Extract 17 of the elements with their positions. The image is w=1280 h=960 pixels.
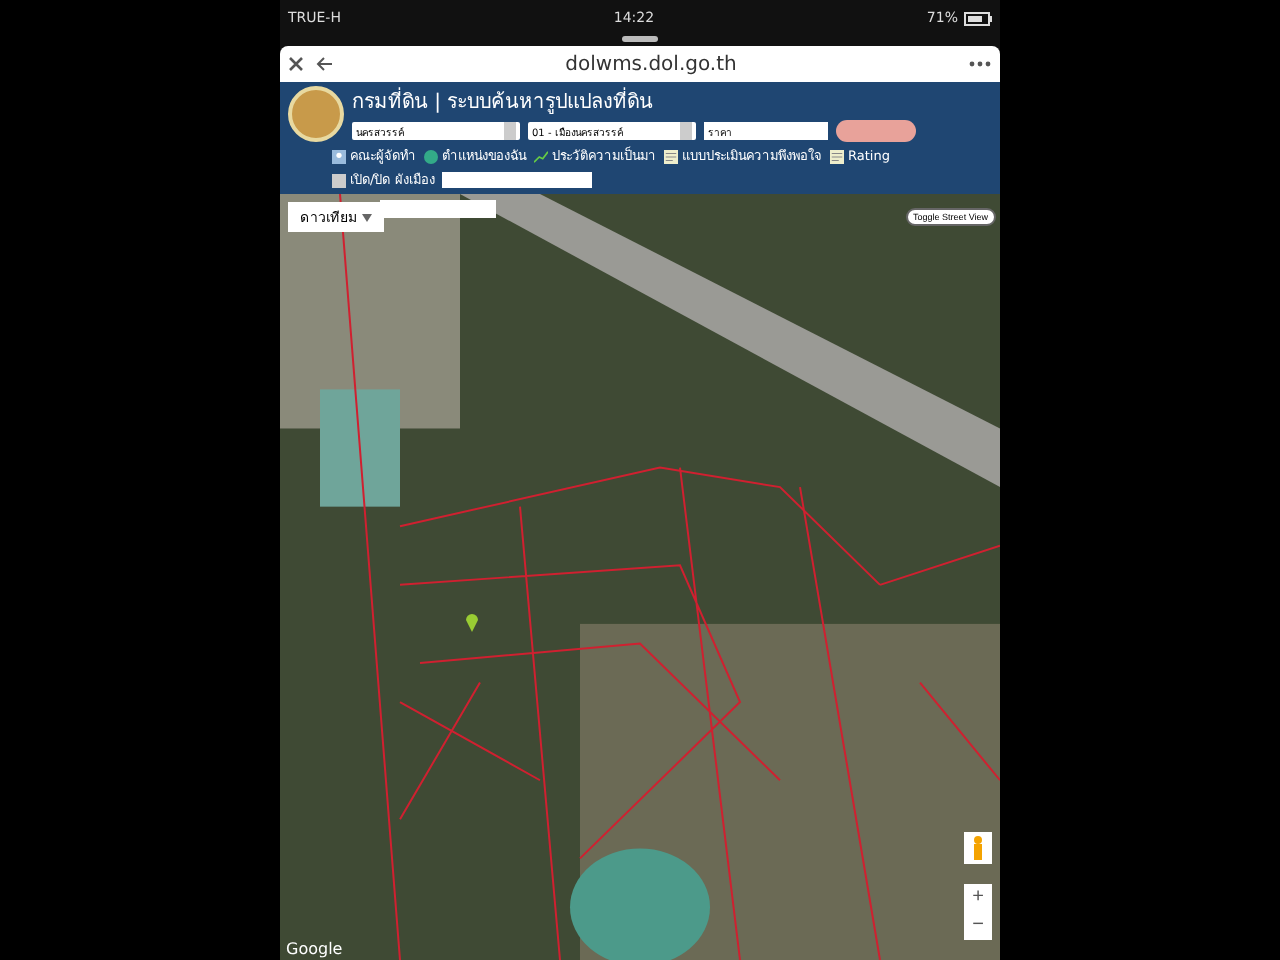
- chart-icon: [534, 149, 548, 163]
- map-pin-icon: [464, 610, 480, 632]
- search-button[interactable]: [836, 120, 916, 142]
- caret-icon: [361, 214, 372, 222]
- people-icon: [332, 149, 346, 163]
- map-logo: Google: [286, 940, 343, 958]
- note-icon: [830, 149, 844, 163]
- back-arrow-icon[interactable]: [316, 56, 334, 72]
- seal-logo: [288, 86, 344, 142]
- more-icon[interactable]: [968, 60, 992, 68]
- close-icon[interactable]: [288, 56, 304, 72]
- drag-handle[interactable]: [622, 36, 658, 42]
- battery-icon: [963, 11, 992, 25]
- site-title: กรมที่ดิน | ระบบค้นหารูปแปลงที่ดิน: [352, 86, 916, 116]
- globe-icon: [424, 149, 438, 163]
- search-field[interactable]: [442, 172, 593, 188]
- note-icon: [664, 149, 678, 163]
